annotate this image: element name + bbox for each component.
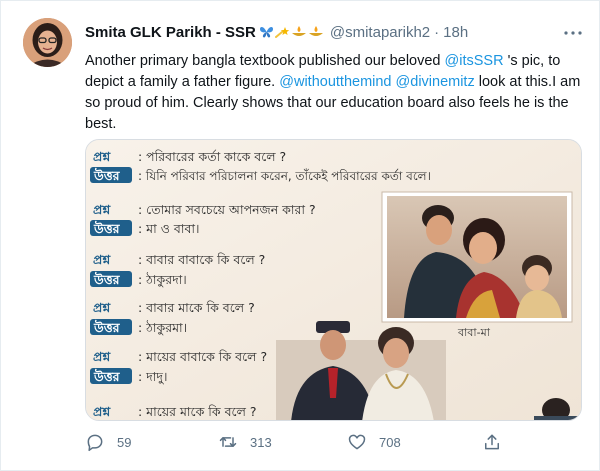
name-emojis [259, 25, 324, 39]
answer-label: উত্তর [93, 271, 121, 287]
heart-icon [348, 434, 366, 450]
share-button[interactable] [482, 427, 502, 457]
more-options-button[interactable] [563, 23, 583, 43]
tweet-timestamp[interactable]: 18h [443, 24, 468, 41]
answer-label: উত্তর [93, 220, 121, 236]
answer-text: : ঠাকুরমা। [138, 320, 187, 336]
question-label: প্রশ্ন [93, 252, 111, 267]
mention-link[interactable]: @divinemitz [396, 74, 475, 90]
author-display-name[interactable]: Smita GLK Parikh - SSR [85, 24, 256, 41]
like-button[interactable]: 708 [347, 427, 401, 457]
family-photo-caption: বাবা-মা [457, 326, 491, 339]
tweet-text: Another primary bangla textbook publishe… [85, 51, 585, 135]
retweet-count: 313 [250, 434, 272, 450]
answer-text: : মা ও বাবা। [138, 221, 200, 236]
question-label: প্রশ্ন [93, 300, 111, 315]
question-text: : মায়ের মাকে কি বলে ? [138, 404, 257, 419]
answer-text: : দাদু। [138, 369, 167, 385]
question-text: : পরিবারের কর্তা কাকে বলে ? [138, 149, 286, 164]
shooting-star-icon [274, 27, 290, 38]
diya-lamp-icon [291, 26, 306, 36]
mention-link[interactable]: @withoutthemind [279, 74, 391, 90]
more-dots-icon [564, 31, 582, 35]
butterfly-icon [259, 27, 273, 38]
tweet-actions: 59 313 708 [85, 427, 505, 457]
tweet-media-photo[interactable]: প্রশ্ন : পরিবারের কর্তা কাকে বলে ? উত্তর… [85, 139, 582, 421]
like-count: 708 [379, 434, 401, 450]
tweet-card[interactable]: Smita GLK Parikh - SSR @smitaparikh2 · 1… [0, 0, 600, 471]
reply-count: 59 [117, 434, 132, 450]
retweet-button[interactable]: 313 [218, 427, 272, 457]
question-label: প্রশ্ন [93, 404, 111, 419]
answer-text: : ঠাকুরদা। [138, 272, 187, 288]
answer-text: : যিনি পরিবার পরিচালনা করেন, তাঁকেই পরিব… [138, 168, 431, 183]
avatar[interactable] [23, 18, 72, 67]
separator-dot: · [434, 23, 440, 41]
tweet-header: Smita GLK Parikh - SSR @smitaparikh2 · 1… [85, 21, 468, 43]
retweet-icon [219, 437, 237, 447]
share-icon [485, 434, 499, 450]
question-label: প্রশ্ন [93, 349, 111, 364]
question-text: : বাবার মাকে কি বলে ? [138, 300, 255, 315]
reply-icon [87, 434, 103, 452]
mention-link[interactable]: @itsSSR [445, 53, 504, 69]
question-label: প্রশ্ন [93, 202, 111, 217]
question-text: : বাবার বাবাকে কি বলে ? [138, 252, 265, 267]
answer-label: উত্তর [93, 319, 121, 335]
question-text: : মায়ের বাবাকে কি বলে ? [138, 349, 267, 364]
textbook-page-image: প্রশ্ন : পরিবারের কর্তা কাকে বলে ? উত্তর… [86, 140, 581, 420]
author-handle[interactable]: @smitaparikh2 [330, 24, 430, 41]
avatar-image [23, 18, 72, 67]
answer-label: উত্তর [93, 167, 121, 183]
diya-lamp-icon [308, 26, 323, 36]
question-label: প্রশ্ন [93, 149, 111, 164]
reply-button[interactable]: 59 [85, 427, 131, 457]
answer-label: উত্তর [93, 368, 121, 384]
tweet-text-part: Another primary bangla textbook publishe… [85, 53, 445, 69]
question-text: : তোমার সবচেয়ে আপনজন কারা ? [138, 202, 316, 217]
family-photo: বাবা-মা [381, 191, 573, 339]
